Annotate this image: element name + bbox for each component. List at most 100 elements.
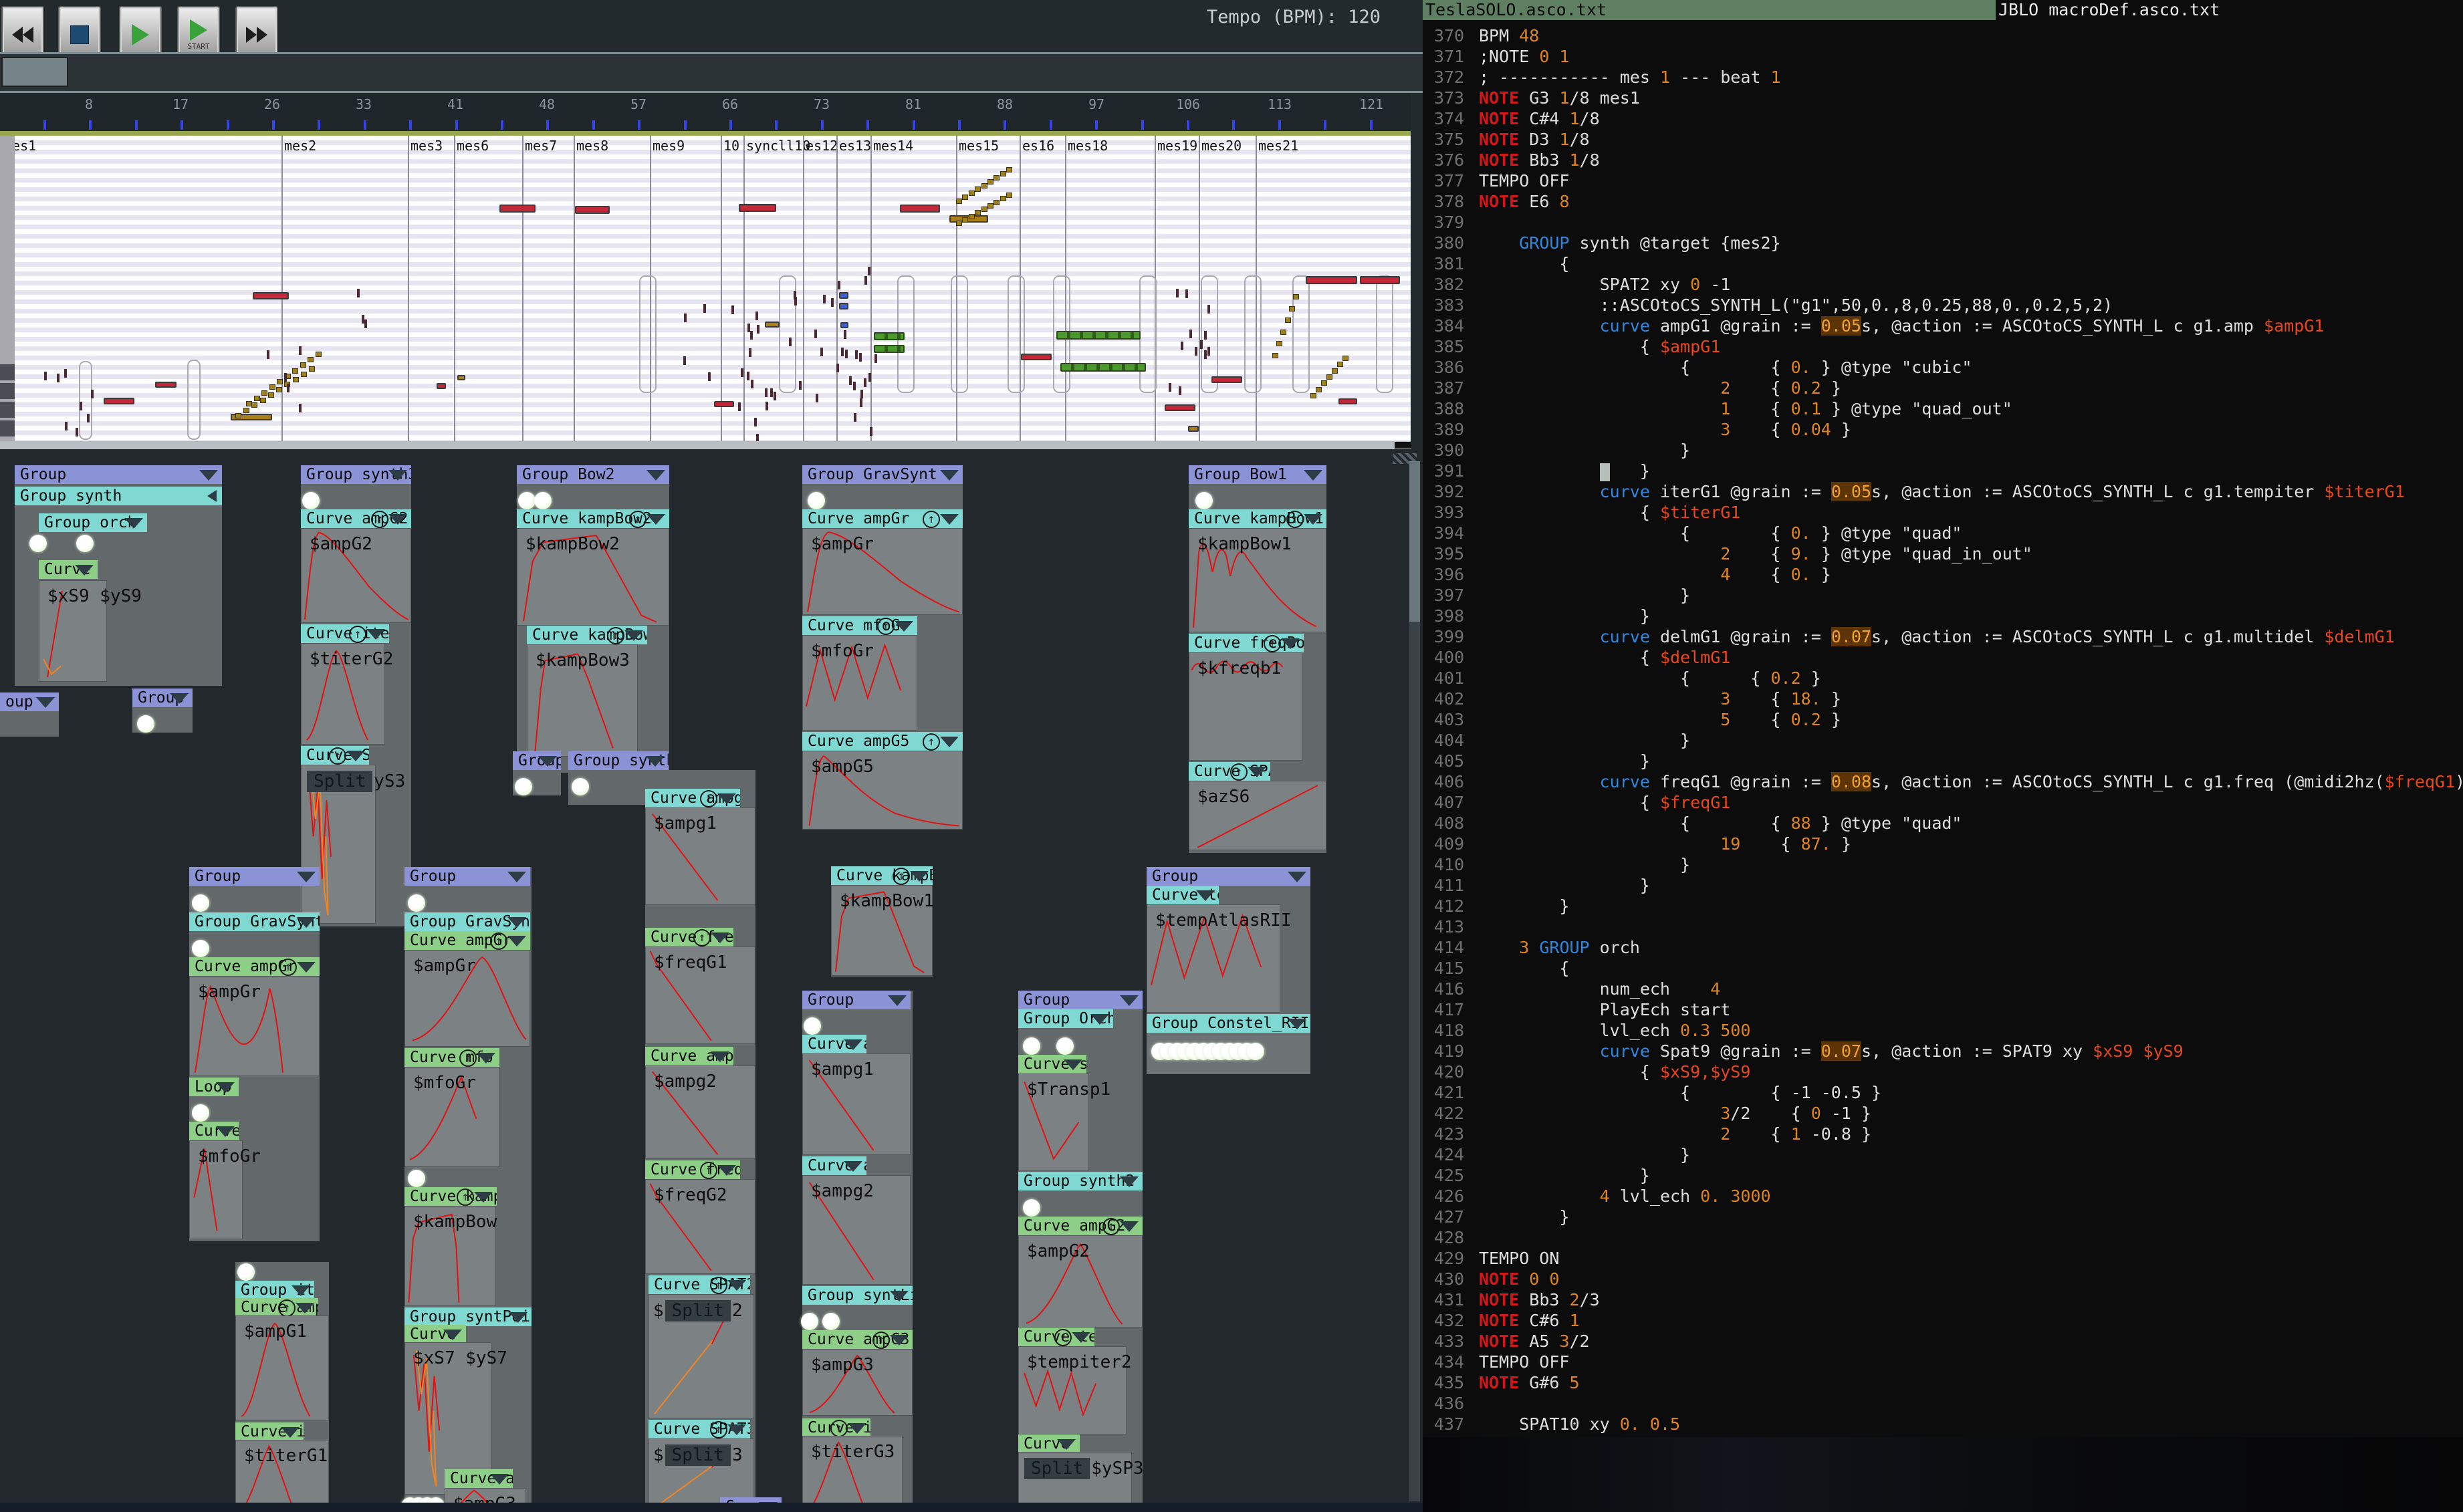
chevron-down-icon[interactable] [507,936,526,947]
curve-header[interactable]: Curve it [235,1422,304,1441]
promote-icon[interactable]: ↑ [278,1299,296,1317]
group-header[interactable]: Group GravSynt [802,465,963,484]
chevron-down-icon[interactable] [474,1192,493,1203]
chevron-down-icon[interactable] [1304,514,1322,525]
chevron-down-icon[interactable] [717,1165,736,1176]
note[interactable] [1360,276,1400,284]
group-header[interactable]: Group [189,867,320,886]
chevron-down-icon[interactable] [844,1039,862,1050]
group-curve-header[interactable]: Curve Spat↑ [301,746,369,765]
glissando-note[interactable] [1280,329,1287,335]
promote-icon[interactable]: ↑ [877,618,895,635]
glissando-note[interactable] [956,199,962,204]
curve-panel-split[interactable]: $ Split 3 [649,1438,754,1503]
glissando-note[interactable] [243,408,250,414]
glissando-note[interactable] [1006,193,1012,198]
note[interactable] [1338,398,1357,404]
chevron-down-icon[interactable] [1057,1439,1076,1450]
curve-panel[interactable]: $kampBow [404,1206,497,1306]
chevron-down-icon[interactable] [624,630,643,641]
glissando-note[interactable] [316,352,322,357]
glissando-note[interactable] [1332,368,1338,374]
note[interactable] [1021,354,1052,360]
glissando-note[interactable] [1006,167,1012,172]
chevron-down-icon[interactable] [297,962,316,973]
curve-panel[interactable]: $titerG3 [802,1436,903,1503]
node-dot[interactable] [1023,1037,1040,1055]
node-dot[interactable] [76,535,94,552]
curve-panel[interactable]: $ampG2 [1018,1235,1143,1328]
glissando-note[interactable] [956,221,962,226]
code-editor[interactable]: 370 BPM 48 371 ;NOTE 0 1 372 ; ----------- me… [1423,20,2463,1437]
promote-icon[interactable]: ↑ [1264,635,1281,652]
glissando-note[interactable] [276,387,283,393]
promote-icon[interactable]: ↑ [893,868,910,885]
glissando-note[interactable] [981,182,987,188]
split-badge[interactable]: Split [665,1300,731,1321]
group-header[interactable]: Group synth [568,751,669,770]
group-curve-header[interactable]: Curve kampBow3↑ [527,626,647,644]
glissando-note[interactable] [309,366,315,372]
promote-icon[interactable]: ↑ [279,959,297,976]
chevron-down-icon[interactable] [1120,1176,1139,1187]
curve-panel[interactable]: $tempAtlasRII [1147,904,1292,1013]
note[interactable] [457,375,465,380]
glissando-note[interactable] [1000,170,1006,176]
scrollbar-thumb[interactable] [1409,461,1420,622]
chevron-down-icon[interactable] [940,514,959,525]
curve-header[interactable]: Curve ampG3 ↑ [802,1330,913,1349]
chevron-down-icon[interactable] [940,737,959,747]
group-curve-header[interactable]: Curve SPAT↑ [1189,762,1270,781]
node-dot[interactable] [237,1263,255,1281]
group-header[interactable]: Group synth3 [301,465,411,484]
note[interactable] [739,204,776,212]
chevron-down-icon[interactable] [647,470,665,481]
group-curve-header[interactable]: Curve ampG2 ↑ [301,509,411,528]
glissando-note[interactable] [987,178,993,184]
node-dot[interactable] [1023,1199,1040,1217]
group-curve-header[interactable]: Curve a [802,1035,866,1053]
chevron-down-icon[interactable] [940,470,959,481]
chevron-down-icon[interactable] [366,629,385,640]
promote-icon[interactable]: ↑ [629,511,647,528]
group-curve-header[interactable]: Group synth [15,487,222,505]
chevron-down-icon[interactable] [848,1423,866,1434]
note[interactable] [1165,404,1195,411]
promote-icon[interactable]: ↑ [1230,763,1248,781]
curve-panel[interactable]: $titerG1 [235,1440,329,1503]
glissando-note[interactable] [300,371,307,377]
glissando-note[interactable] [1276,341,1283,347]
group-curve-header[interactable]: Group GravSynt [189,912,320,931]
curve-header[interactable]: Curve s [1018,1434,1080,1453]
group-curve-header[interactable]: Curve SPAT2 ↑ [649,1275,750,1294]
chevron-down-icon[interactable] [711,932,729,943]
curve-header[interactable]: Curve ampG2 ↑ [1018,1217,1143,1235]
glissando-note[interactable] [1000,196,1006,202]
chevron-down-icon[interactable] [388,470,407,481]
glissando-note[interactable] [308,357,314,363]
glissando-note[interactable] [962,195,969,201]
curve-panel[interactable]: $mfoGr [802,635,917,731]
chevron-down-icon[interactable] [895,621,913,632]
curve-panel[interactable]: $kampBow1 [831,885,934,976]
glissando-note[interactable] [259,397,266,403]
glissando-note[interactable] [1342,356,1348,361]
note-selected[interactable] [839,292,848,299]
node-dot[interactable] [572,778,589,795]
chevron-down-icon[interactable] [507,917,526,928]
node-dot[interactable] [29,535,47,552]
glissando-note[interactable] [235,413,241,418]
glissando-note[interactable] [292,368,299,374]
chevron-down-icon[interactable] [1064,1059,1082,1070]
chevron-down-icon[interactable] [890,1291,909,1301]
note[interactable] [104,398,134,404]
curve-panel[interactable]: $xS9 $yS9 [39,580,142,682]
chevron-down-icon[interactable] [538,756,557,767]
promote-icon[interactable]: ↑ [700,1162,717,1179]
chevron-down-icon[interactable] [291,1285,310,1296]
chevron-down-icon[interactable] [910,871,929,882]
chevron-down-icon[interactable] [1304,470,1322,481]
note[interactable] [765,322,780,328]
curve-panel[interactable]: $tempiter2 [1018,1346,1132,1434]
group-curve-header[interactable]: Group Orch [1018,1009,1113,1028]
